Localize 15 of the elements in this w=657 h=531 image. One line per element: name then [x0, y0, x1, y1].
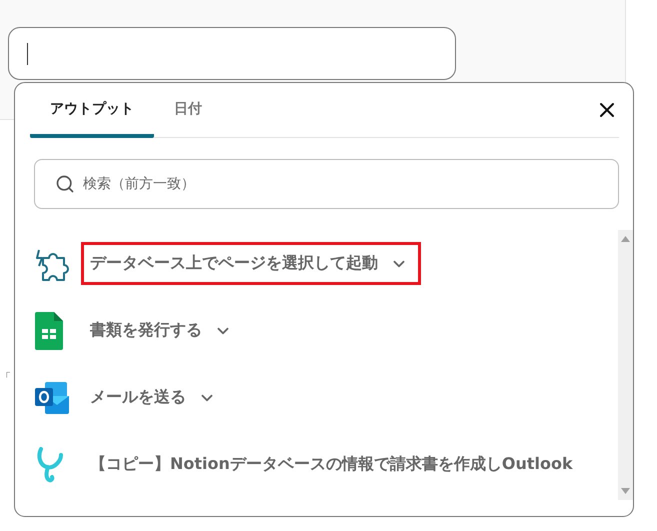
scrollbar[interactable] — [618, 230, 633, 500]
list-item[interactable]: 書類を発行する — [81, 309, 245, 352]
list-item[interactable]: 【コピー】Notionデータベースの情報で請求書を作成しOutlook — [81, 443, 586, 486]
tab[interactable]: アウトプット — [30, 83, 154, 138]
search-icon — [55, 174, 75, 194]
spreadsheet-icon — [35, 312, 63, 350]
scroll-up-icon[interactable] — [621, 236, 630, 242]
mail-app-icon — [35, 382, 69, 414]
text-field[interactable] — [8, 27, 456, 80]
list-item[interactable]: メールを送る — [81, 376, 229, 419]
tab[interactable]: 日付 — [154, 83, 222, 138]
list-item[interactable]: データベース上でページを選択して起動 — [81, 242, 421, 285]
scroll-down-icon[interactable] — [621, 488, 630, 494]
swirl-icon — [35, 446, 65, 482]
page-text-fragment: 「 — [0, 370, 11, 385]
